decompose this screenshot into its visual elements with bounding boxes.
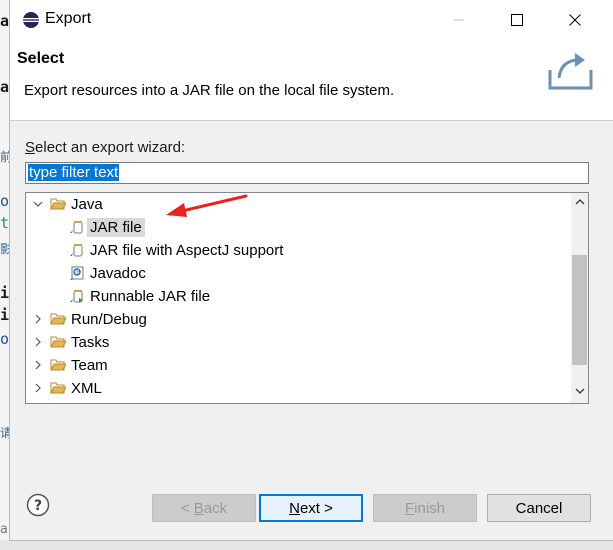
tree-item-label: Javadoc <box>90 264 146 282</box>
finish-button-mnemonic: F <box>404 499 415 517</box>
finish-button-label: inish <box>414 499 446 517</box>
tree-item-label: Runnable JAR file <box>90 287 211 305</box>
filter-input[interactable]: type filter text <box>25 162 589 184</box>
next-button[interactable]: Next > <box>259 494 363 522</box>
maximize-button[interactable] <box>488 0 546 40</box>
wizard-label: Select an export wizard: <box>25 139 185 156</box>
close-button[interactable] <box>546 0 604 40</box>
tree-item-label: XML <box>71 379 102 397</box>
chevron-up-icon <box>575 198 584 204</box>
chevron-right-icon[interactable] <box>31 312 45 326</box>
filter-input-value: type filter text <box>28 164 120 181</box>
jar-file-icon <box>69 242 85 258</box>
help-icon: ? <box>26 493 50 517</box>
tree-scrollbar[interactable] <box>571 193 588 403</box>
minimize-icon <box>454 19 464 21</box>
export-dialog: Export Select Export resources into a JA… <box>9 0 613 541</box>
next-button-label: ext > <box>299 499 333 517</box>
wizard-label-text: elect an export wizard: <box>35 139 186 156</box>
maximize-icon <box>511 14 523 26</box>
help-button[interactable]: ? <box>26 493 50 517</box>
tree-item-java[interactable]: Java <box>31 193 103 215</box>
jar-file-icon <box>69 219 85 235</box>
wizard-label-mnemonic: S <box>25 139 36 156</box>
tree-item-javadoc[interactable]: @ Javadoc <box>69 262 146 284</box>
eclipse-icon <box>22 11 40 29</box>
minimize-button[interactable] <box>430 0 488 40</box>
annotation-arrow-icon <box>166 194 248 217</box>
back-button-label: ack <box>203 499 228 517</box>
scroll-thumb[interactable] <box>572 255 587 365</box>
next-button-mnemonic: N <box>289 499 300 517</box>
chevron-right-icon[interactable] <box>31 335 45 349</box>
tree-item-label: JAR file with AspectJ support <box>90 241 284 259</box>
runnable-jar-icon <box>69 288 85 304</box>
tree-item-team[interactable]: Team <box>31 354 108 376</box>
scroll-up-button[interactable] <box>571 193 588 210</box>
tree-item-label: Team <box>71 356 108 374</box>
cancel-button-label: Cancel <box>515 499 563 517</box>
back-button-mnemonic: B <box>193 499 204 517</box>
back-button[interactable]: < Back <box>152 494 256 522</box>
tree-item-jar-aspectj[interactable]: JAR file with AspectJ support <box>69 239 283 261</box>
wizard-footer: ? < Back Next > Finish Cancel <box>10 471 613 541</box>
background-status-strip <box>0 540 613 550</box>
wizard-body: Select an export wizard: type filter tex… <box>10 121 613 471</box>
wizard-header: Select Export resources into a JAR file … <box>10 40 613 121</box>
cancel-button[interactable]: Cancel <box>487 494 591 522</box>
tree-item-tasks[interactable]: Tasks <box>31 331 109 353</box>
export-wizard-icon <box>547 48 595 94</box>
scroll-down-button[interactable] <box>571 382 588 399</box>
folder-icon <box>50 357 66 373</box>
page-title: Select <box>17 50 65 67</box>
tree-item-label: Tasks <box>71 333 110 351</box>
javadoc-icon: @ <box>69 265 85 281</box>
svg-text:@: @ <box>75 269 81 276</box>
chevron-right-icon[interactable] <box>31 358 45 372</box>
back-button-prefix: < <box>180 499 194 517</box>
svg-text:?: ? <box>34 498 42 514</box>
wizard-tree: Java JAR file JAR file with AspectJ supp… <box>25 192 589 404</box>
chevron-right-icon[interactable] <box>31 381 45 395</box>
window-title: Export <box>45 10 92 27</box>
tree-item-label: JAR file <box>87 217 145 237</box>
title-bar: Export <box>10 0 613 40</box>
tree-item-label: Java <box>71 195 103 213</box>
tree-item-jar-file[interactable]: JAR file <box>69 216 145 238</box>
page-description: Export resources into a JAR file on the … <box>24 82 395 99</box>
folder-open-icon <box>50 196 66 212</box>
folder-icon <box>50 311 66 327</box>
close-icon <box>569 14 581 26</box>
chevron-down-icon <box>575 388 584 394</box>
tree-item-xml[interactable]: XML <box>31 377 102 399</box>
chevron-down-icon[interactable] <box>31 197 45 211</box>
finish-button[interactable]: Finish <box>373 494 477 522</box>
folder-icon <box>50 380 66 396</box>
folder-icon <box>50 334 66 350</box>
tree-item-runnable-jar[interactable]: Runnable JAR file <box>69 285 210 307</box>
tree-item-run-debug[interactable]: Run/Debug <box>31 308 147 330</box>
tree-item-label: Run/Debug <box>71 310 147 328</box>
